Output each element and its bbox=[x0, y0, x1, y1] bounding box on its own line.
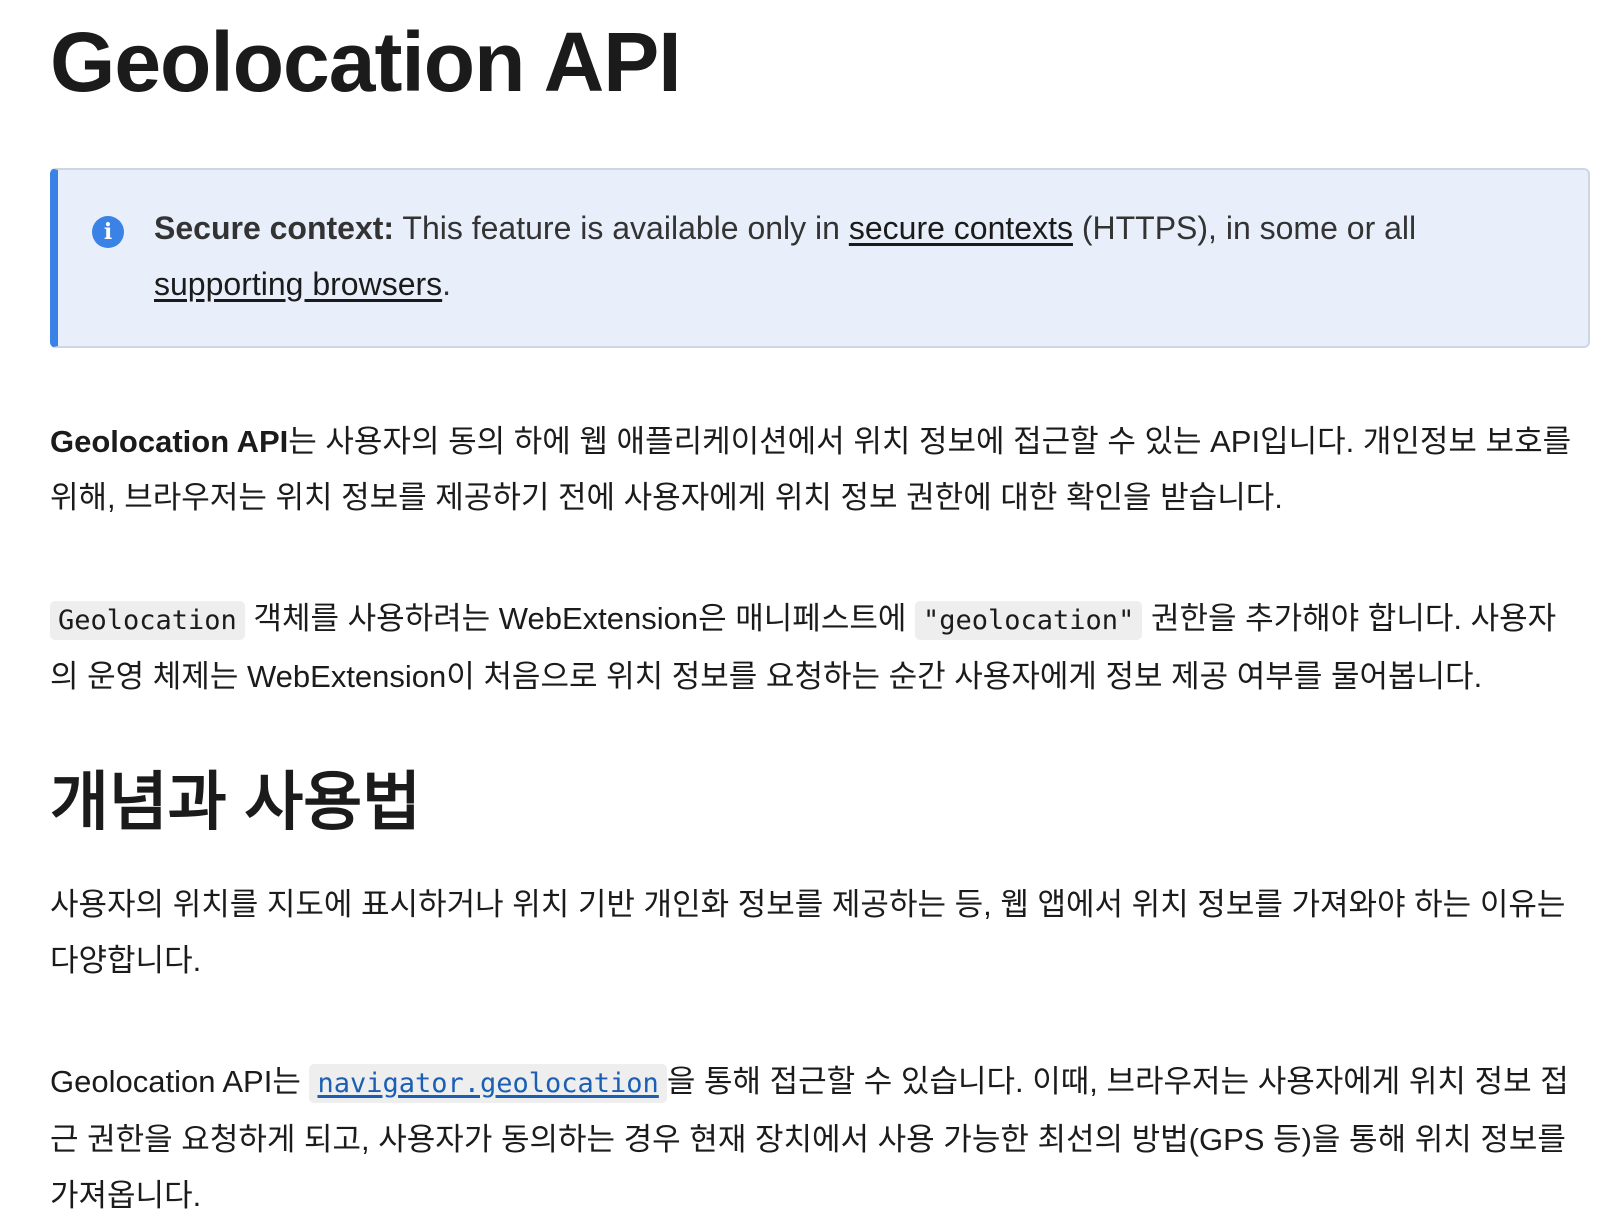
notecard-text-1: This feature is available only in bbox=[394, 210, 849, 246]
page-title: Geolocation API bbox=[50, 15, 682, 109]
intro-paragraph: Geolocation API는 사용자의 동의 하에 웹 애플리케이션에서 위… bbox=[50, 414, 1580, 526]
webext-text-1: 객체를 사용하려는 WebExtension은 매니페스트에 bbox=[244, 601, 915, 636]
notecard-text: Secure context: This feature is availabl… bbox=[154, 200, 1554, 312]
webextension-paragraph: Geolocation 객체를 사용하려는 WebExtension은 매니페스… bbox=[50, 591, 1580, 705]
intro-bold: Geolocation API bbox=[50, 424, 289, 459]
section-heading: 개념과 사용법 bbox=[50, 766, 422, 838]
navigator-geolocation-code: navigator.geolocation bbox=[309, 1064, 667, 1103]
notecard-text-2: (HTTPS), in some or all bbox=[1072, 210, 1417, 246]
secure-contexts-link[interactable]: secure contexts bbox=[849, 210, 1073, 246]
usage-text-1: Geolocation API는 bbox=[50, 1064, 310, 1099]
secure-context-notecard: i Secure context: This feature is availa… bbox=[50, 168, 1590, 348]
usage-paragraph-2: Geolocation API는 navigator.geolocation 을 … bbox=[50, 1054, 1580, 1224]
geolocation-permission-code: "geolocation" bbox=[915, 601, 1143, 640]
geolocation-code: Geolocation bbox=[50, 601, 245, 640]
supporting-browsers-link[interactable]: supporting browsers bbox=[154, 266, 442, 302]
usage-paragraph-1: 사용자의 위치를 지도에 표시하거나 위치 기반 개인화 정보를 제공하는 등,… bbox=[50, 887, 1566, 978]
article: Geolocation API i Secure context: This f… bbox=[0, 0, 1624, 1232]
info-icon: i bbox=[92, 216, 124, 248]
notecard-label: Secure context: bbox=[154, 210, 395, 246]
navigator-geolocation-link[interactable]: navigator.geolocation bbox=[309, 1064, 667, 1103]
notecard-text-3: . bbox=[442, 266, 452, 302]
